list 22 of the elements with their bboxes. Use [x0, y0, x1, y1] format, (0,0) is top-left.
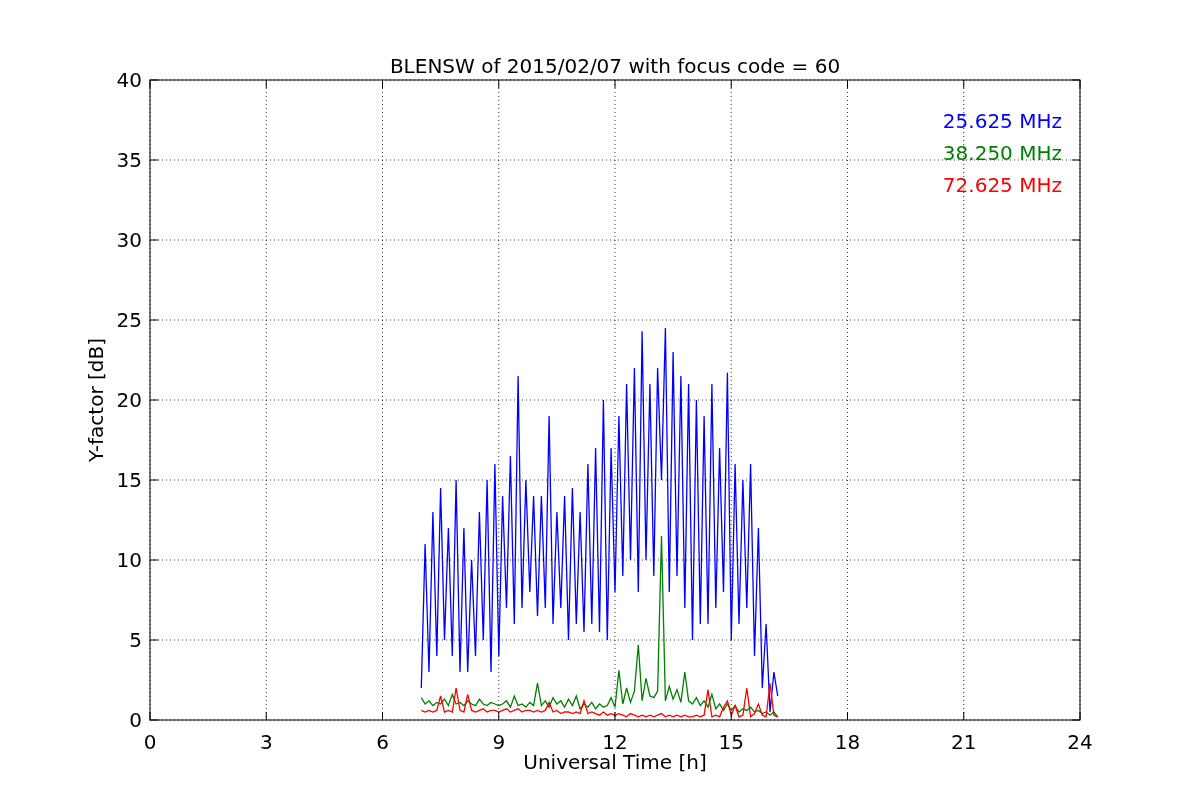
- y-tick-label: 5: [129, 628, 142, 652]
- x-tick-label: 21: [951, 730, 977, 754]
- y-tick-label: 20: [116, 388, 142, 412]
- y-tick-label: 15: [116, 468, 142, 492]
- chart-title: BLENSW of 2015/02/07 with focus code = 60: [389, 54, 841, 78]
- legend-entry: 25.625 MHz: [942, 109, 1062, 133]
- x-tick-label: 9: [492, 730, 506, 754]
- x-tick-label: 15: [718, 730, 744, 754]
- x-tick-label: 0: [143, 730, 157, 754]
- y-tick-label: 10: [116, 548, 142, 572]
- legend-entry: 72.625 MHz: [942, 173, 1062, 197]
- y-tick-label: 25: [116, 308, 142, 332]
- y-tick-label: 40: [116, 68, 142, 92]
- x-tick-label: 24: [1067, 730, 1093, 754]
- x-tick-label: 6: [376, 730, 389, 754]
- x-tick-label: 18: [834, 730, 861, 754]
- y-tick-label: 30: [116, 228, 142, 252]
- y-tick-label: 0: [129, 708, 142, 732]
- x-tick-label: 3: [259, 730, 273, 754]
- y-tick-label: 35: [116, 148, 142, 172]
- legend-entry: 38.250 MHz: [942, 141, 1062, 165]
- y-axis-label: Y-factor [dB]: [84, 338, 108, 462]
